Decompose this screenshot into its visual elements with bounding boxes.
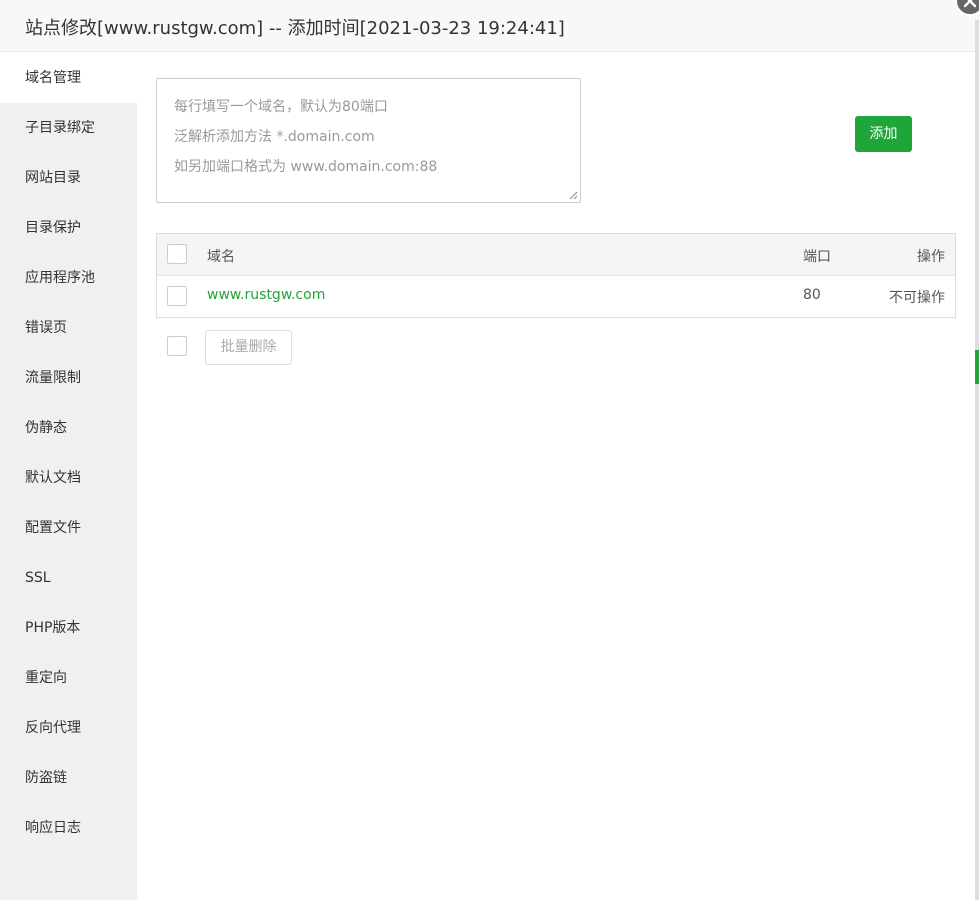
port-value: 80: [803, 287, 821, 303]
domain-link[interactable]: www.rustgw.com: [207, 287, 325, 303]
row-checkbox[interactable]: [167, 286, 187, 306]
select-all-checkbox[interactable]: [167, 244, 187, 264]
domain-input-placeholder-line: 如另加端口格式为 www.domain.com:88: [174, 159, 438, 175]
table-row: www.rustgw.com 80 不可操作: [157, 276, 955, 317]
sidebar-item-response-log[interactable]: 响应日志: [0, 803, 137, 853]
sidebar-item-rewrite[interactable]: 伪静态: [0, 403, 137, 453]
background-edge: [975, 20, 979, 900]
action-status: 不可操作: [889, 290, 945, 306]
sidebar-item-ssl[interactable]: SSL: [0, 553, 137, 603]
resize-grip-icon[interactable]: [568, 190, 578, 200]
sidebar-item-reverse-proxy[interactable]: 反向代理: [0, 703, 137, 753]
batch-delete-button[interactable]: 批量删除: [205, 330, 292, 365]
sidebar-item-php-version[interactable]: PHP版本: [0, 603, 137, 653]
sidebar-item-traffic-limit[interactable]: 流量限制: [0, 353, 137, 403]
background-edge-mark: [975, 350, 979, 384]
domain-input[interactable]: 每行填写一个域名，默认为80端口 泛解析添加方法 *.domain.com 如另…: [156, 78, 581, 203]
domain-input-placeholder-line: 每行填写一个域名，默认为80端口: [174, 99, 388, 115]
sidebar-item-config-file[interactable]: 配置文件: [0, 503, 137, 553]
close-icon: [963, 0, 977, 8]
sidebar-item-redirect[interactable]: 重定向: [0, 653, 137, 703]
sidebar-item-site-directory[interactable]: 网站目录: [0, 153, 137, 203]
domain-input-placeholder-line: 泛解析添加方法 *.domain.com: [174, 129, 375, 145]
batch-select-checkbox[interactable]: [167, 336, 187, 356]
add-domain-button[interactable]: 添加: [855, 116, 912, 152]
sidebar-item-subdirectory-binding[interactable]: 子目录绑定: [0, 103, 137, 153]
dialog-title: 站点修改[www.rustgw.com] -- 添加时间[2021-03-23 …: [25, 18, 565, 39]
sidebar-item-directory-protection[interactable]: 目录保护: [0, 203, 137, 253]
sidebar-item-app-pool[interactable]: 应用程序池: [0, 253, 137, 303]
domain-table: 域名 端口 操作 www.rustgw.com 80 不可操作: [156, 233, 956, 318]
sidebar-item-error-page[interactable]: 错误页: [0, 303, 137, 353]
dialog-titlebar: 站点修改[www.rustgw.com] -- 添加时间[2021-03-23 …: [0, 0, 979, 52]
column-header-action: 操作: [917, 249, 945, 265]
sidebar: 域名管理 子目录绑定 网站目录 目录保护 应用程序池 错误页 流量限制 伪静态 …: [0, 53, 137, 900]
sidebar-item-default-document[interactable]: 默认文档: [0, 453, 137, 503]
sidebar-item-hotlink-protection[interactable]: 防盗链: [0, 753, 137, 803]
column-header-port: 端口: [803, 249, 831, 265]
table-header: 域名 端口 操作: [157, 234, 955, 276]
sidebar-item-domain-management[interactable]: 域名管理: [0, 53, 137, 103]
column-header-domain: 域名: [207, 249, 235, 265]
